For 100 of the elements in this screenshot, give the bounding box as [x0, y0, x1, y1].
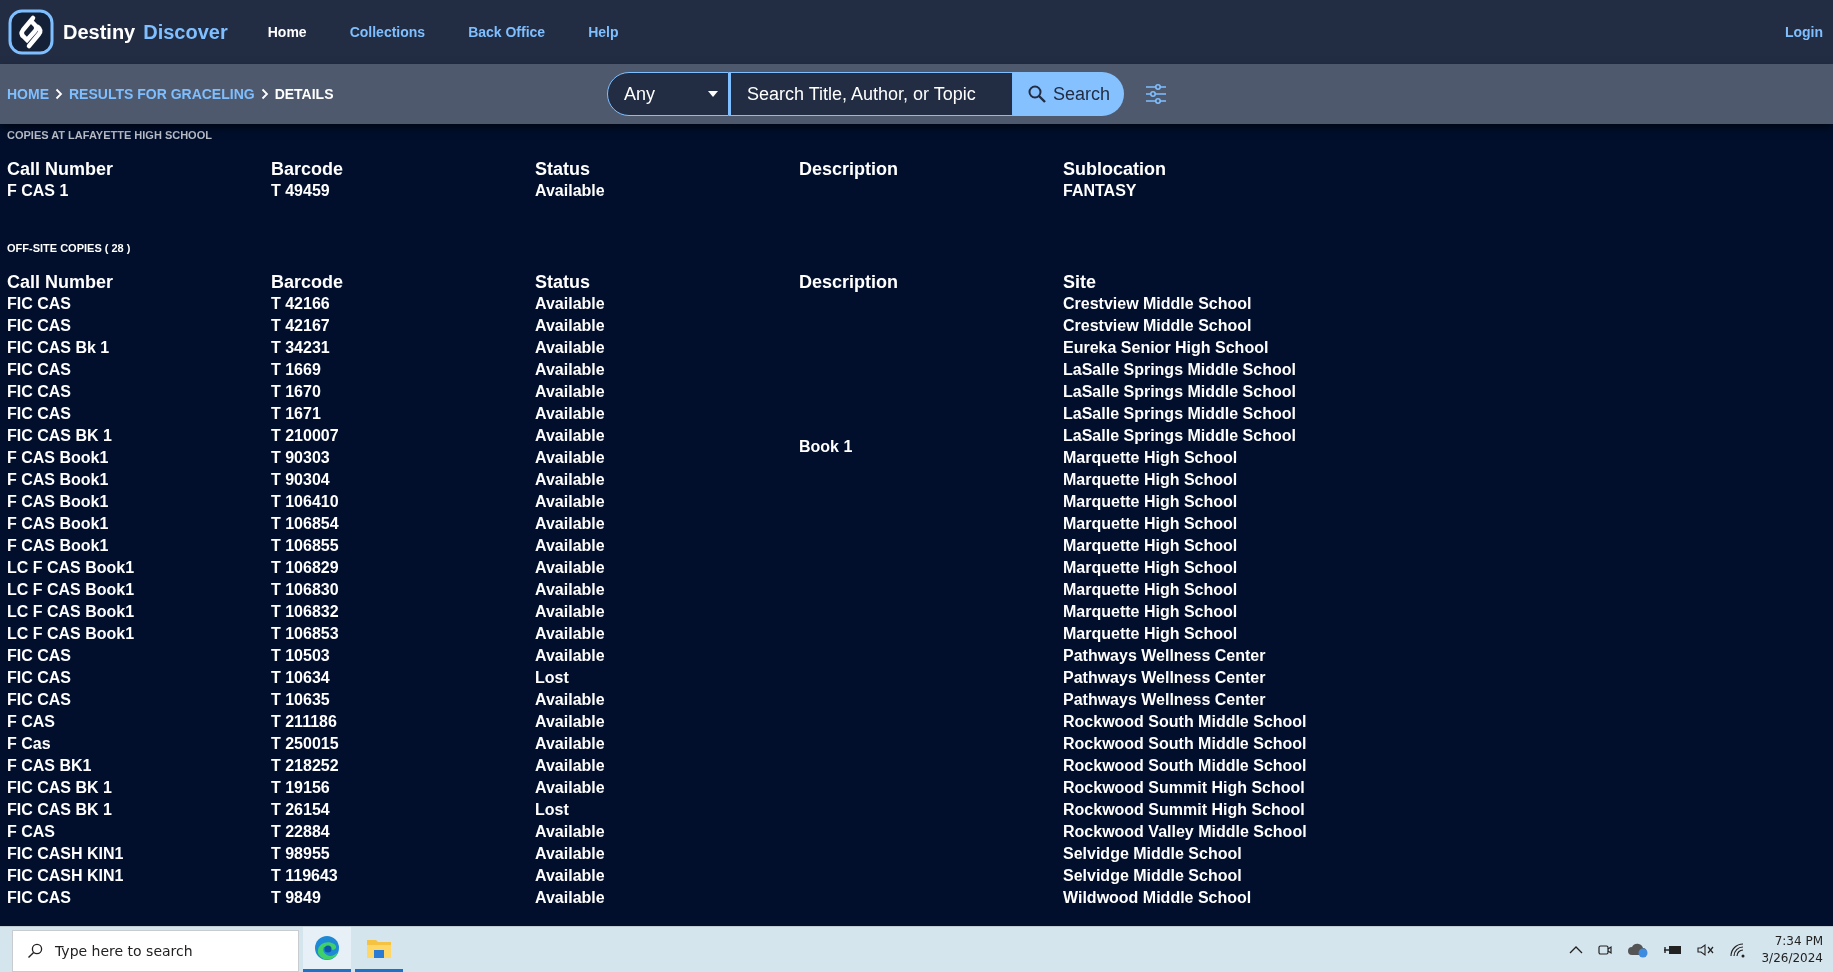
table-cell-text: Available: [535, 888, 605, 908]
table-cell-text: FIC CAS: [7, 668, 71, 688]
clock-date[interactable]: 3/26/2024: [1761, 949, 1823, 967]
search-icon: [27, 943, 43, 959]
cloud-icon[interactable]: [1627, 941, 1650, 958]
filter-sliders-icon[interactable]: [1144, 82, 1169, 106]
column-header: Call Number: [7, 158, 115, 180]
table-cell-text: Available: [535, 558, 605, 578]
table-cell-text: F CAS Book1: [7, 536, 109, 556]
table-cell-text: Rockwood South Middle School: [1063, 734, 1307, 754]
table-cell-text: FIC CASH KIN1: [7, 844, 124, 864]
browser-icon[interactable]: [314, 935, 340, 961]
breadcrumb-link[interactable]: HOME: [7, 86, 49, 102]
table-cell-text: FIC CAS: [7, 382, 71, 402]
table-cell-text: Marquette High School: [1063, 624, 1238, 644]
caret-icon: [708, 91, 718, 97]
logo-icon: [8, 9, 54, 55]
section-title: OFF-SITE COPIES ( 28 ): [7, 241, 132, 256]
scope-dropdown[interactable]: Any: [607, 72, 729, 116]
table-cell-text: T 98955: [271, 844, 330, 864]
nav-link[interactable]: Home: [267, 24, 307, 40]
table-cell-text: T 42167: [271, 316, 330, 336]
table-cell-text: T 1670: [271, 382, 321, 402]
table-cell-text: FIC CAS BK 1: [7, 778, 112, 798]
table-cell-text: F CAS 1: [7, 181, 69, 201]
column-header: Call Number: [7, 271, 115, 293]
column-header: Site: [1063, 271, 1097, 293]
login-link[interactable]: Login: [1784, 24, 1823, 40]
table-cell-text: Rockwood Valley Middle School: [1063, 822, 1307, 842]
column-header: Barcode: [271, 271, 345, 293]
column-header: Barcode: [271, 158, 345, 180]
nav-link[interactable]: Back Office: [468, 24, 546, 40]
table-cell-text: T 106410: [271, 492, 339, 512]
table-cell-text: Available: [535, 624, 605, 644]
table-cell-text: Wildwood Middle School: [1063, 888, 1252, 908]
table-cell-text: Available: [535, 690, 605, 710]
table-cell-text: F Cas: [7, 734, 51, 754]
table-cell-text: T 9849: [271, 888, 321, 908]
table-cell-text: Pathways Wellness Center: [1063, 646, 1266, 666]
table-cell-text: FIC CAS: [7, 360, 71, 380]
table-cell-text: LaSalle Springs Middle School: [1063, 382, 1296, 402]
table-cell-text: Available: [535, 866, 605, 886]
table-cell-text: T 90303: [271, 448, 330, 468]
table-cell-text: FIC CAS: [7, 294, 71, 314]
column-header: Sublocation: [1063, 158, 1167, 180]
search-button[interactable]: Search: [1013, 72, 1125, 116]
clock-time[interactable]: 7:34 PM: [1774, 932, 1823, 950]
muted-speaker-icon[interactable]: [1697, 942, 1716, 957]
table-cell-text: T 106853: [271, 624, 339, 644]
table-cell-text: Available: [535, 404, 605, 424]
table-cell-text: T 106854: [271, 514, 339, 534]
nav-link[interactable]: Collections: [349, 24, 426, 40]
nav-link[interactable]: Help: [588, 24, 619, 40]
table-cell-text: Available: [535, 470, 605, 490]
table-cell-text: F CAS: [7, 822, 55, 842]
table-cell-text: F CAS Book1: [7, 514, 109, 534]
table-cell-text: Marquette High School: [1063, 470, 1238, 490]
table-cell-text: Available: [535, 536, 605, 556]
table-cell-text: Rockwood Summit High School: [1063, 778, 1305, 798]
table-cell-text: T 42166: [271, 294, 330, 314]
section-title: COPIES AT LAFAYETTE HIGH SCHOOL: [7, 128, 213, 143]
table-cell-text: Marquette High School: [1063, 602, 1238, 622]
folder-icon[interactable]: [366, 937, 392, 959]
table-cell-text: T 210007: [271, 426, 339, 446]
table-cell-text: T 19156: [271, 778, 330, 798]
brand-name-accent: Discover: [143, 20, 228, 44]
table-cell-text: Available: [535, 756, 605, 776]
taskbar-search-field[interactable]: Type here to search: [12, 930, 299, 972]
table-cell-text: LC F CAS Book1: [7, 602, 135, 622]
table-cell-text: FIC CAS: [7, 888, 71, 908]
table-cell-text: Pathways Wellness Center: [1063, 690, 1266, 710]
table-cell-text: Marquette High School: [1063, 514, 1238, 534]
table-cell-text: Eureka Senior High School: [1063, 338, 1269, 358]
table-cell-text: FIC CAS: [7, 316, 71, 336]
table-cell-text: T 90304: [271, 470, 330, 490]
table-cell-text: T 106855: [271, 536, 339, 556]
table-cell-text: Selvidge Middle School: [1063, 844, 1242, 864]
table-cell-text: Marquette High School: [1063, 492, 1238, 512]
search-field[interactable]: Search Title, Author, or Topic: [729, 72, 1013, 116]
table-cell-text: LaSalle Springs Middle School: [1063, 360, 1296, 380]
table-cell-text: Rockwood South Middle School: [1063, 756, 1307, 776]
table-cell-text: LaSalle Springs Middle School: [1063, 426, 1296, 446]
table-cell-text: FIC CAS: [7, 690, 71, 710]
table-cell-text: T 106830: [271, 580, 339, 600]
table-cell-text: T 10634: [271, 668, 330, 688]
table-cell-text: T 218252: [271, 756, 339, 776]
table-cell-text: T 49459: [271, 181, 330, 201]
breadcrumb-link[interactable]: RESULTS FOR GRACELING: [69, 86, 255, 102]
table-cell-text: Available: [535, 426, 605, 446]
table-cell-text: Available: [535, 294, 605, 314]
table-cell-text: Available: [535, 492, 605, 512]
table-cell-text: Available: [535, 360, 605, 380]
column-header: Status: [535, 158, 591, 180]
table-cell-text: F CAS: [7, 712, 55, 732]
table-cell-text: T 119643: [271, 866, 338, 886]
table-cell-text: LaSalle Springs Middle School: [1063, 404, 1296, 424]
chevron-up-icon[interactable]: [1569, 944, 1584, 955]
table-cell-text: T 211186: [271, 712, 337, 732]
table-cell-text: Rockwood Summit High School: [1063, 800, 1305, 820]
table-cell-text: Available: [535, 316, 605, 336]
